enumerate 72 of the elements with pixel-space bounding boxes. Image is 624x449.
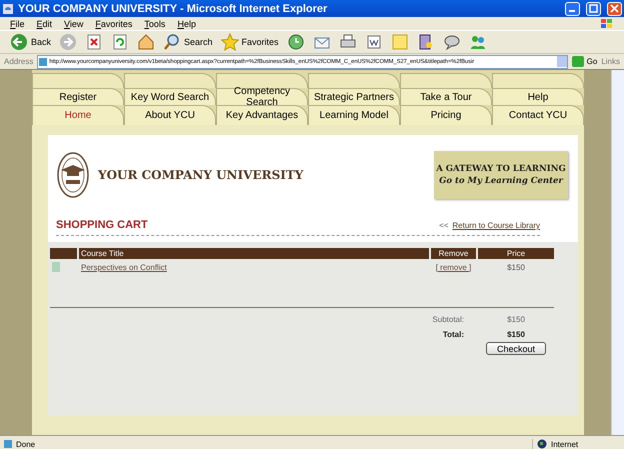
messenger-icon xyxy=(442,33,461,51)
seal-logo-icon xyxy=(56,151,90,199)
menu-item[interactable]: Help xyxy=(177,18,196,28)
menu-item[interactable]: File xyxy=(10,18,25,28)
nav-tab[interactable]: About YCU xyxy=(124,105,216,125)
note-icon xyxy=(390,33,409,51)
summary-value: $150 xyxy=(506,330,526,339)
learning-center-link[interactable]: Go to My Learning Center xyxy=(439,176,563,186)
column-header: Remove xyxy=(431,248,476,259)
nav-tab[interactable]: Competency Search xyxy=(216,88,308,105)
home-icon xyxy=(137,33,156,51)
scrollbar[interactable] xyxy=(611,70,624,435)
edit-icon xyxy=(364,33,383,51)
zone-text: Internet xyxy=(551,440,578,448)
globe-icon xyxy=(537,439,547,449)
page-icon xyxy=(38,56,48,66)
go-button[interactable]: Go xyxy=(572,56,598,67)
maximize-icon xyxy=(589,4,598,13)
maximize-button[interactable] xyxy=(586,2,601,16)
learning-center-banner[interactable]: A GATEWAY TO LEARNING Go to My Learning Center xyxy=(434,151,568,199)
menu-item[interactable]: View xyxy=(64,18,84,28)
stop-icon xyxy=(85,33,104,51)
summary-label: Total: xyxy=(442,330,465,339)
banner-headline: A GATEWAY TO LEARNING xyxy=(436,164,566,174)
column-header: Course Title xyxy=(79,248,429,259)
nav-tab[interactable]: Learning Model xyxy=(308,105,400,125)
windows-logo-icon xyxy=(600,18,614,30)
address-label: Address xyxy=(4,57,34,66)
menu-item[interactable]: Favorites xyxy=(95,18,132,28)
favorites-icon xyxy=(220,33,239,51)
column-header: Price xyxy=(478,248,554,259)
nav-tab[interactable]: Register xyxy=(32,88,124,105)
forward-icon xyxy=(59,33,78,51)
nav-tab[interactable]: Key Advantages xyxy=(216,105,308,125)
back-icon xyxy=(10,33,28,51)
nav-tab[interactable]: Strategic Partners xyxy=(308,88,400,105)
browser-icon xyxy=(2,2,14,14)
course-link[interactable]: Perspectives on Conflict xyxy=(81,262,167,272)
minimize-button[interactable] xyxy=(565,2,580,16)
research-icon xyxy=(416,33,435,51)
nav-tab[interactable]: Help xyxy=(492,88,584,105)
remove-link[interactable]: [ remove ] xyxy=(436,262,472,272)
price-cell-text: $150 xyxy=(506,262,526,272)
refresh-icon xyxy=(111,33,130,51)
people-icon xyxy=(468,33,487,51)
row-marker-icon xyxy=(52,262,60,272)
return-link[interactable]: Return to Course Library xyxy=(452,221,540,230)
header-cell xyxy=(50,248,77,259)
close-icon xyxy=(610,4,619,13)
status-text: Done xyxy=(16,440,36,448)
checkout-button[interactable]: Checkout xyxy=(486,342,546,355)
search-icon xyxy=(163,33,182,51)
close-button[interactable] xyxy=(607,2,622,16)
summary-label: Subtotal: xyxy=(431,315,465,324)
back-button[interactable]: Back xyxy=(8,32,54,52)
nav-tab[interactable]: Pricing xyxy=(400,105,492,125)
favorites-button[interactable]: Favorites xyxy=(218,32,281,52)
menu-item[interactable]: Tools xyxy=(144,18,166,28)
nav-tab[interactable]: Key Word Search xyxy=(124,88,216,105)
page-heading: SHOPPING CART xyxy=(56,219,149,231)
links-label[interactable]: Links xyxy=(601,57,620,66)
nav-tab[interactable]: Take a Tour xyxy=(400,88,492,105)
search-button[interactable]: Search xyxy=(161,32,215,52)
window-title: YOUR COMPANY UNIVERSITY - Microsoft Internet Explorer xyxy=(18,2,328,14)
back-arrows: << xyxy=(439,221,448,230)
page-icon xyxy=(3,439,13,449)
menu-item[interactable]: Edit xyxy=(36,18,52,28)
nav-tab[interactable]: Contact YCU xyxy=(492,105,584,125)
summary-value: $150 xyxy=(506,315,526,324)
site-title: YOUR COMPANY UNIVERSITY xyxy=(98,168,304,182)
history-icon xyxy=(286,33,305,51)
nav-tab[interactable]: Home xyxy=(32,105,124,125)
